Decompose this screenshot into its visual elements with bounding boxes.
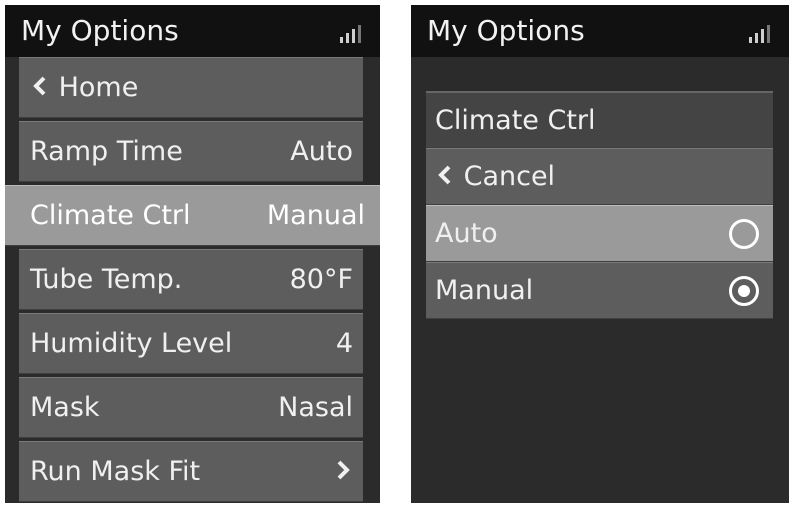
top-bar: My Options <box>411 5 789 57</box>
radio-unchecked-icon[interactable] <box>729 219 759 249</box>
menu-item-label: Run Mask Fit <box>30 456 201 487</box>
menu-item-climate-ctrl[interactable]: Climate Ctrl Manual <box>5 185 380 246</box>
chevron-left-icon <box>438 165 451 185</box>
submenu-header: Climate Ctrl <box>426 91 773 148</box>
options-menu-screen: My Options Home Ramp Time Auto Climate C… <box>5 5 380 503</box>
top-bar: My Options <box>5 5 380 57</box>
chevron-right-icon <box>337 460 350 480</box>
menu-item-run-mask-fit[interactable]: Run Mask Fit <box>19 441 363 502</box>
screen-title: My Options <box>427 14 585 47</box>
signal-bars-icon <box>338 21 366 43</box>
option-auto[interactable]: Auto <box>426 205 773 262</box>
menu-item-label: Tube Temp. <box>30 264 183 295</box>
menu-item-mask[interactable]: Mask Nasal <box>19 377 363 438</box>
menu-item-value: Auto <box>290 136 353 167</box>
climate-ctrl-screen: My Options Climate Ctrl Cancel Auto Manu… <box>411 5 789 503</box>
signal-bars-icon <box>747 21 775 43</box>
menu-item-label: Ramp Time <box>30 136 183 167</box>
radio-dot <box>738 285 750 297</box>
cancel-label: Cancel <box>463 161 556 192</box>
screen-title: My Options <box>21 14 179 47</box>
option-label: Manual <box>435 275 534 306</box>
menu-item-home[interactable]: Home <box>19 57 363 118</box>
menu-item-ramp-time[interactable]: Ramp Time Auto <box>19 121 363 182</box>
menu-item-value: Manual <box>266 200 365 231</box>
menu-item-label: Climate Ctrl <box>30 200 191 231</box>
menu-item-label: Home <box>58 72 139 103</box>
option-label: Auto <box>435 218 498 249</box>
menu-item-label: Mask <box>30 392 100 423</box>
cancel-button[interactable]: Cancel <box>426 148 773 205</box>
submenu-title: Climate Ctrl <box>435 105 596 136</box>
option-manual[interactable]: Manual <box>426 262 773 319</box>
menu-item-value: 4 <box>335 328 353 359</box>
menu-item-label: Humidity Level <box>30 328 233 359</box>
menu-item-tube-temp[interactable]: Tube Temp. 80°F <box>19 249 363 310</box>
chevron-left-icon <box>33 76 46 96</box>
menu-item-value: Nasal <box>278 392 353 423</box>
menu-item-humidity-level[interactable]: Humidity Level 4 <box>19 313 363 374</box>
radio-checked-icon[interactable] <box>729 276 759 306</box>
menu-item-value: 80°F <box>289 264 353 295</box>
